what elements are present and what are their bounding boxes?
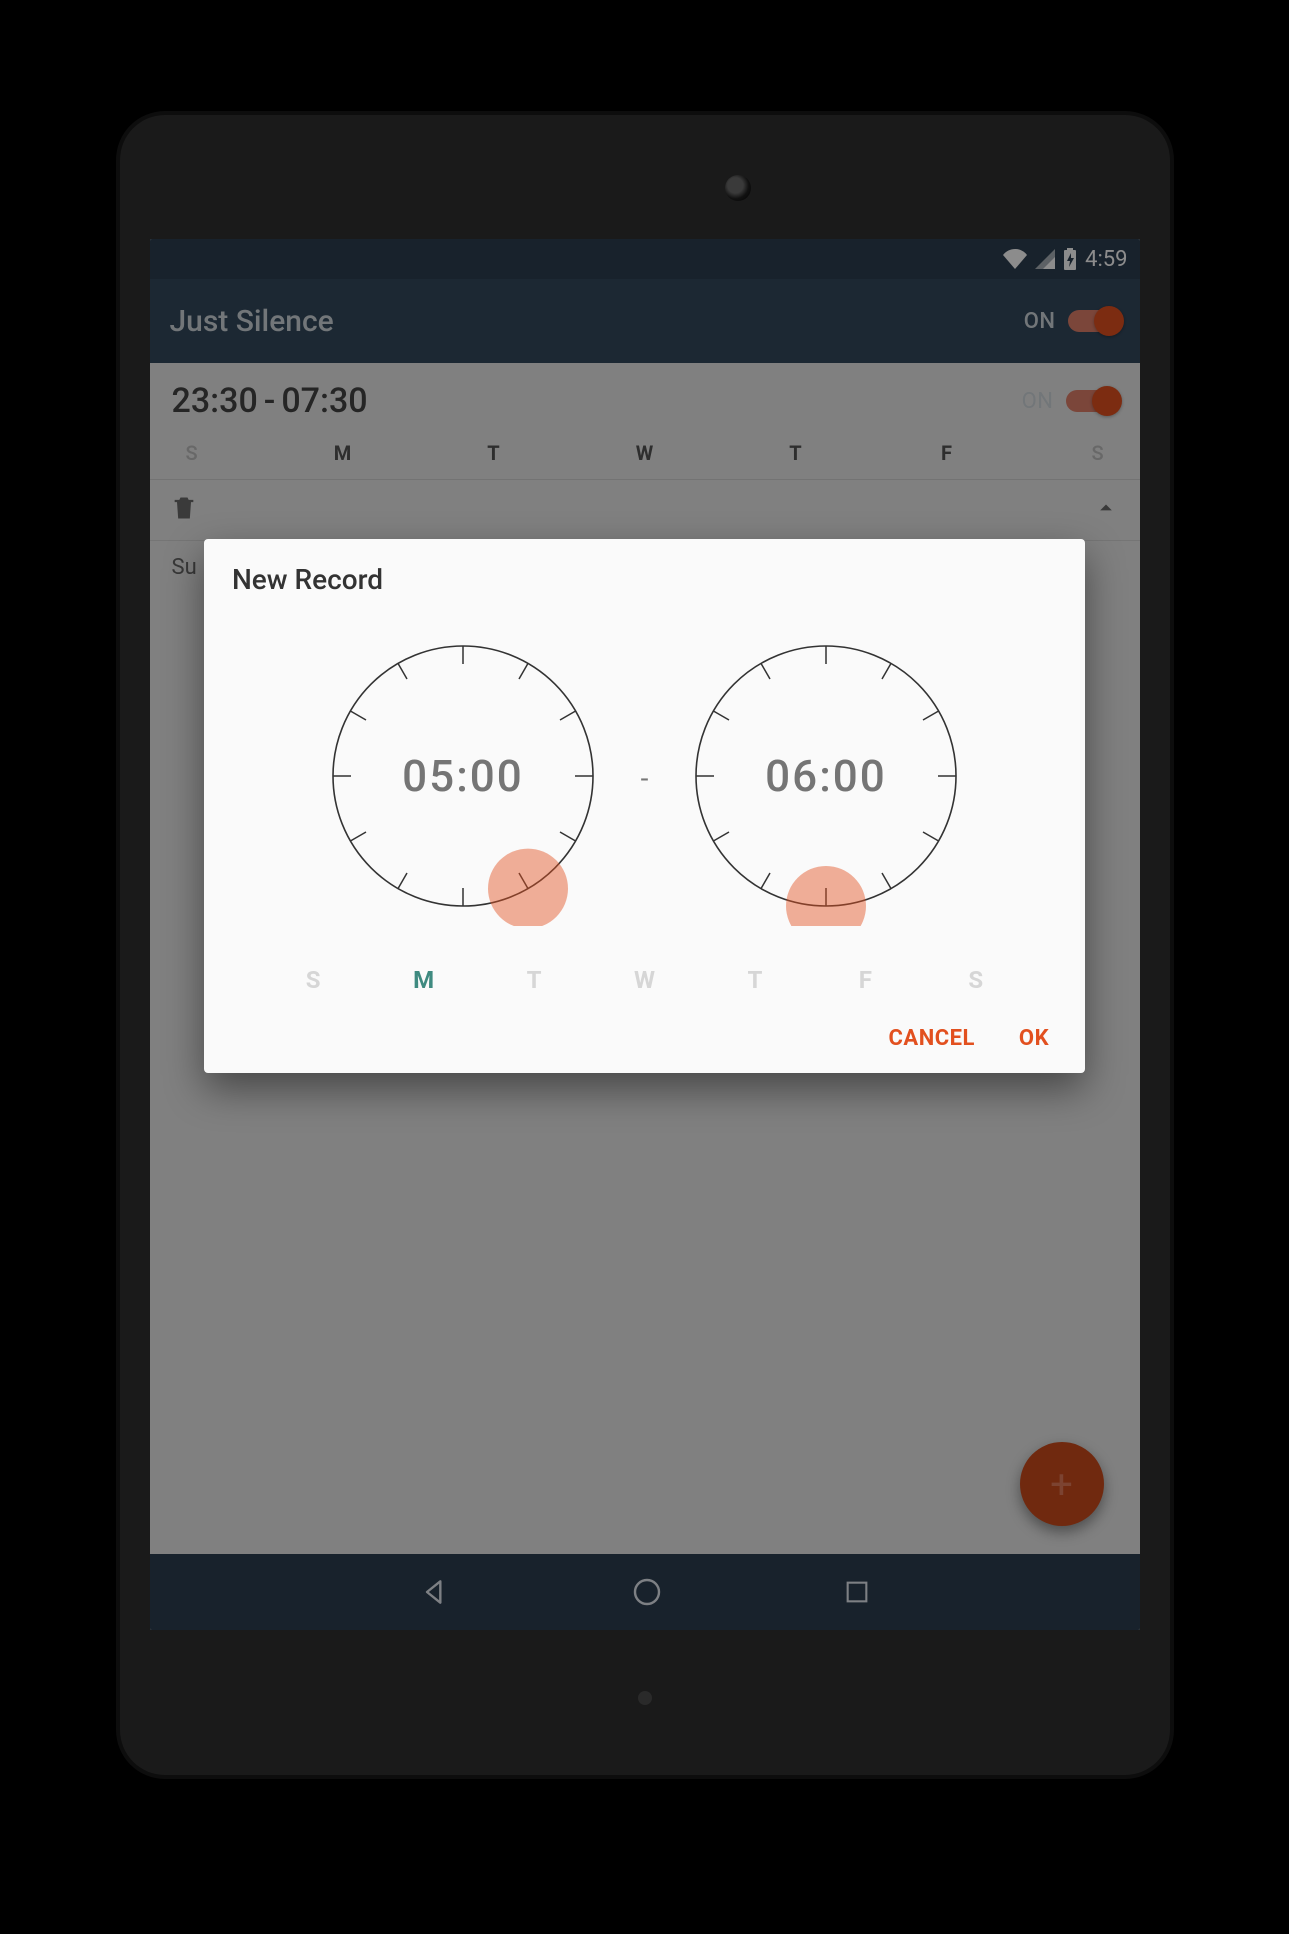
switch-on[interactable]: [1068, 310, 1120, 332]
tablet-frame: 4:59 Just Silence ON 23:30-07:30 ON: [120, 115, 1170, 1775]
dday-m[interactable]: M: [406, 966, 442, 994]
dday-t1[interactable]: T: [516, 966, 552, 994]
chevron-up-icon[interactable]: [1092, 494, 1120, 522]
screen: 4:59 Just Silence ON 23:30-07:30 ON: [150, 239, 1140, 1630]
battery-charging-icon: [1063, 248, 1077, 270]
global-toggle-label: ON: [1024, 309, 1056, 334]
status-time: 4:59: [1085, 247, 1127, 272]
record-days: S M T W T F S: [150, 433, 1140, 480]
day-f[interactable]: F: [929, 441, 965, 465]
svg-text:06:00: 06:00: [766, 750, 888, 802]
status-bar: 4:59: [150, 239, 1140, 279]
record-end: 07:30: [281, 381, 367, 421]
day-t2[interactable]: T: [778, 441, 814, 465]
new-record-dialog: New Record 05:00 - 06:00 S M T W: [204, 539, 1085, 1073]
dday-f[interactable]: F: [847, 966, 883, 994]
navigation-bar: [150, 1554, 1140, 1630]
cancel-button[interactable]: CANCEL: [889, 1026, 975, 1051]
day-t1[interactable]: T: [476, 441, 512, 465]
day-w[interactable]: W: [627, 441, 663, 465]
back-icon[interactable]: [419, 1576, 451, 1608]
app-bar: Just Silence ON: [150, 279, 1140, 363]
home-icon[interactable]: [631, 1576, 663, 1608]
day-s2[interactable]: S: [1080, 441, 1116, 465]
time-picker-row: 05:00 - 06:00: [204, 616, 1085, 946]
dialog-actions: CANCEL OK: [204, 1002, 1085, 1059]
record-time-range: 23:30-07:30: [172, 381, 368, 421]
page-title: Just Silence: [170, 304, 334, 339]
recents-icon[interactable]: [843, 1578, 871, 1606]
end-clock[interactable]: 06:00: [676, 626, 976, 930]
mic-dot: [638, 1691, 652, 1705]
svg-text:05:00: 05:00: [402, 750, 524, 802]
ok-button[interactable]: OK: [1019, 1026, 1049, 1051]
record-toggle-label: ON: [1022, 389, 1054, 414]
plus-icon: +: [1050, 1461, 1073, 1508]
record-tools: [150, 480, 1140, 540]
day-s[interactable]: S: [174, 441, 210, 465]
dday-t2[interactable]: T: [737, 966, 773, 994]
switch-on[interactable]: [1066, 390, 1118, 412]
record-start: 23:30: [172, 381, 258, 421]
add-button[interactable]: +: [1020, 1442, 1104, 1526]
record-toggle[interactable]: ON: [1022, 389, 1118, 414]
start-clock[interactable]: 05:00: [313, 626, 613, 930]
dialog-title: New Record: [204, 563, 1085, 616]
front-camera: [725, 175, 751, 201]
delete-icon[interactable]: [170, 494, 198, 522]
wifi-icon: [1003, 249, 1027, 269]
dday-s[interactable]: S: [295, 966, 331, 994]
dday-w[interactable]: W: [626, 966, 662, 994]
global-toggle[interactable]: ON: [1024, 309, 1120, 334]
dday-s2[interactable]: S: [958, 966, 994, 994]
record-header[interactable]: 23:30-07:30 ON: [150, 363, 1140, 433]
day-m[interactable]: M: [325, 441, 361, 465]
cellular-icon: [1035, 249, 1055, 269]
dialog-days: S M T W T F S: [204, 946, 1085, 1002]
time-separator: -: [641, 762, 649, 795]
